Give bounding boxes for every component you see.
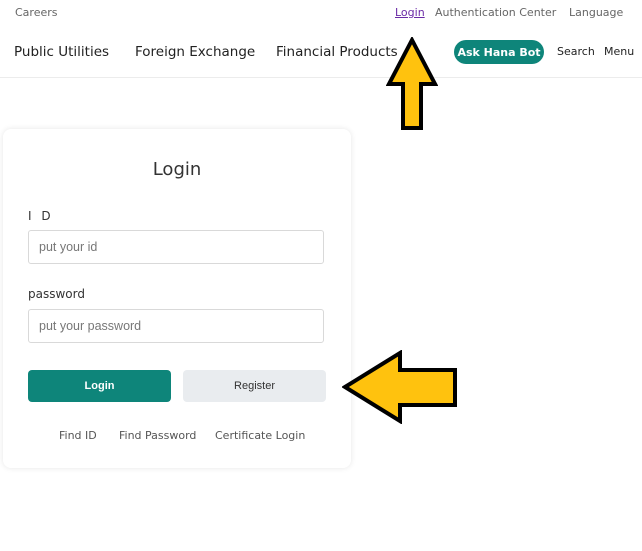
- careers-link[interactable]: Careers: [15, 6, 58, 19]
- top-utility-bar: Careers Login Authentication Center Lang…: [0, 0, 642, 26]
- find-id-link[interactable]: Find ID: [59, 429, 97, 442]
- main-nav: Public Utilities Foreign Exchange Financ…: [0, 30, 642, 76]
- menu-button[interactable]: Menu: [604, 45, 634, 58]
- certificate-login-link[interactable]: Certificate Login: [215, 429, 305, 442]
- nav-item-public-utilities[interactable]: Public Utilities: [14, 44, 109, 60]
- nav-item-financial-products[interactable]: Financial Products: [276, 44, 398, 60]
- login-title: Login: [152, 159, 202, 180]
- id-input[interactable]: [28, 230, 324, 264]
- login-button[interactable]: Login: [28, 370, 171, 402]
- arrow-left-icon: [342, 350, 457, 424]
- nav-divider: [0, 77, 642, 78]
- arrow-up-icon: [386, 37, 438, 130]
- nav-item-foreign-exchange[interactable]: Foreign Exchange: [135, 44, 255, 60]
- register-button[interactable]: Register: [183, 370, 326, 402]
- authentication-center-link[interactable]: Authentication Center: [435, 6, 556, 19]
- login-link[interactable]: Login: [395, 6, 425, 19]
- login-card: Login I D password Login Register Find I…: [3, 129, 351, 468]
- id-label: I D: [28, 209, 54, 223]
- find-password-link[interactable]: Find Password: [119, 429, 196, 442]
- language-link[interactable]: Language: [569, 6, 623, 19]
- password-label: password: [28, 287, 85, 301]
- search-button[interactable]: Search: [557, 45, 595, 58]
- ask-hana-bot-button[interactable]: Ask Hana Bot: [454, 40, 544, 64]
- password-input[interactable]: [28, 309, 324, 343]
